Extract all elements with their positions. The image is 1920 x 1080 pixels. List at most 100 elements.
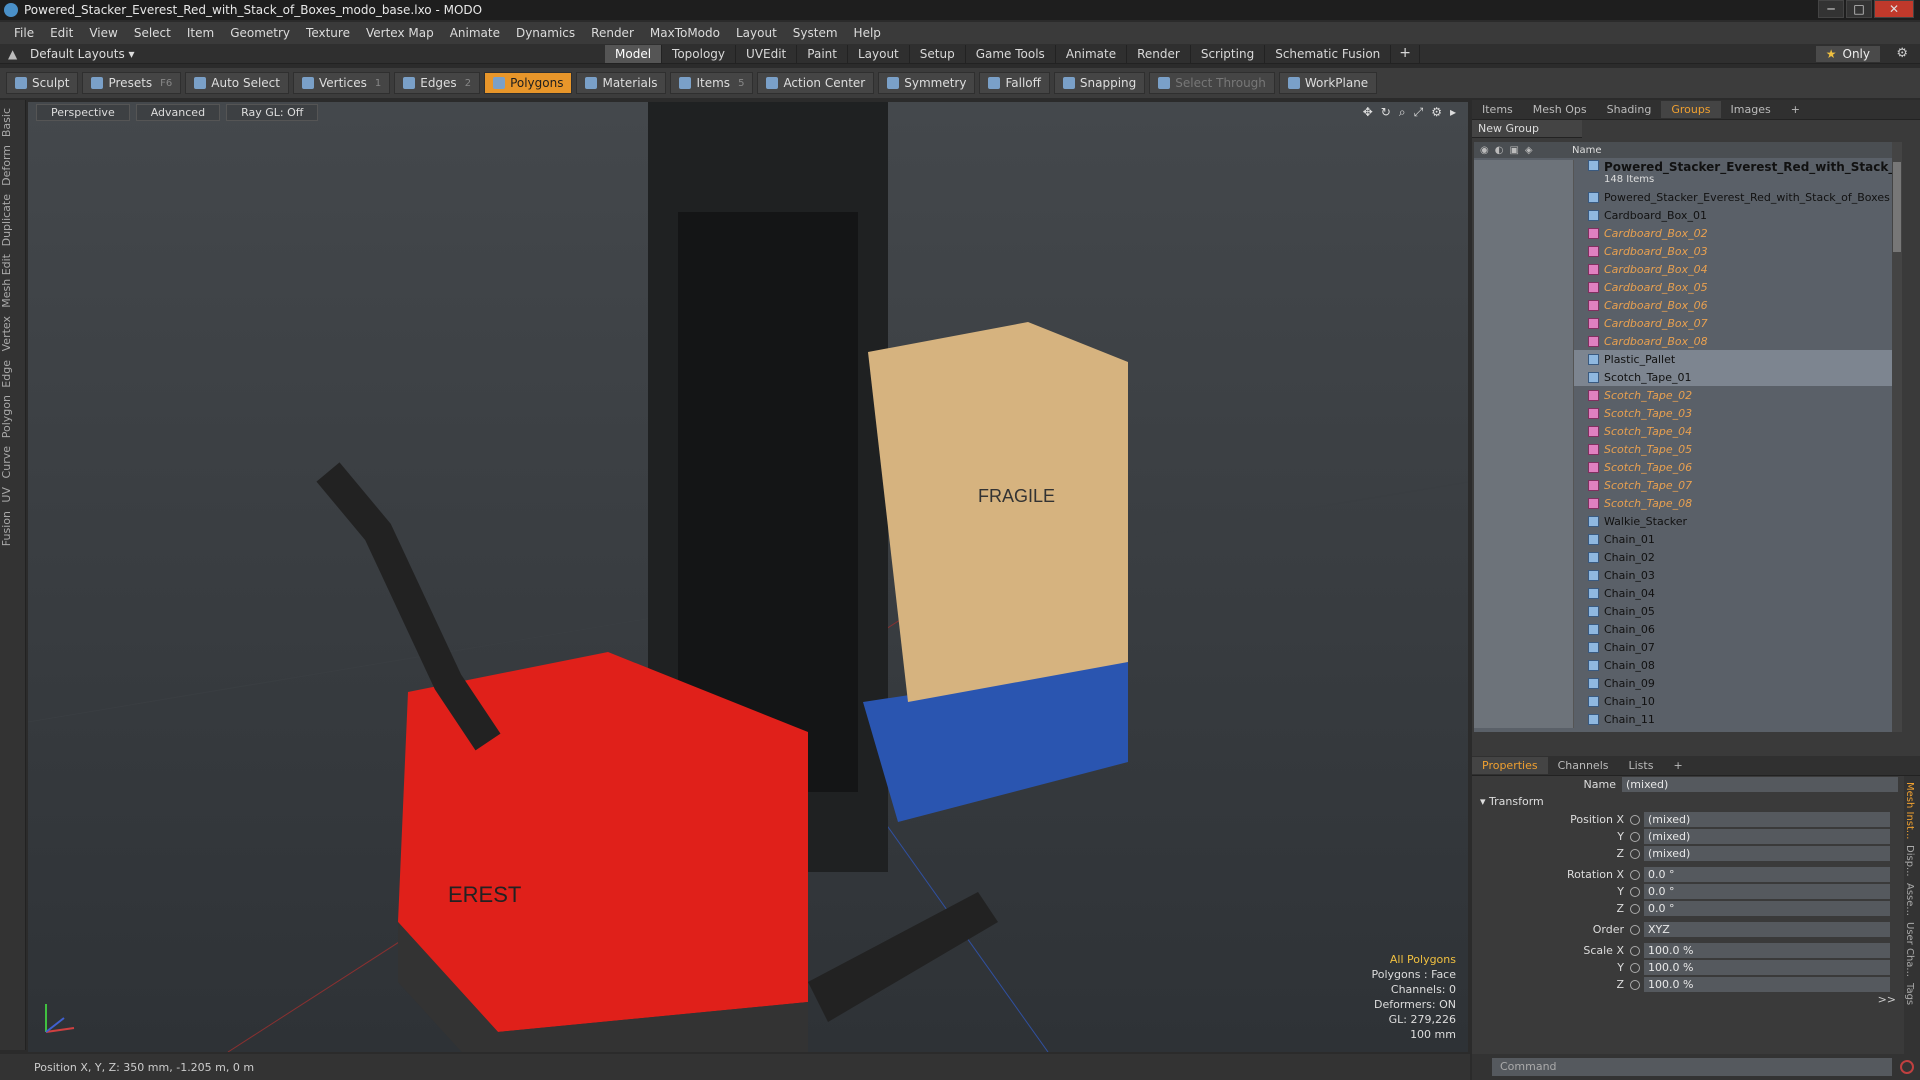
tool-auto-select-button[interactable]: Auto Select [185,72,289,94]
menu-render[interactable]: Render [583,26,642,40]
tool-items-button[interactable]: Items 5 [670,72,754,94]
item-toggles[interactable] [1474,602,1574,620]
panel-tab-images[interactable]: Images [1721,101,1781,118]
item-toggles[interactable] [1474,548,1574,566]
command-input[interactable]: Command [1492,1058,1892,1076]
maximize-button[interactable]: □ [1846,0,1872,18]
layout-tab-uvedit[interactable]: UVEdit [736,45,798,63]
groups-scrollbar[interactable] [1892,142,1902,732]
list-item[interactable]: Cardboard_Box_03 [1474,242,1902,260]
item-toggles[interactable] [1474,188,1574,206]
left-tab-basic[interactable]: Basic [0,108,26,137]
list-item[interactable]: Chain_08 [1474,656,1902,674]
item-toggles[interactable] [1474,494,1574,512]
list-item[interactable]: Cardboard_Box_02 [1474,224,1902,242]
left-tab-duplicate[interactable]: Duplicate [0,194,26,246]
property-value[interactable]: (mixed) [1644,846,1890,861]
keyframe-dot-icon[interactable] [1630,979,1640,990]
item-toggles[interactable] [1474,656,1574,674]
list-item[interactable]: Cardboard_Box_08 [1474,332,1902,350]
tool-presets-button[interactable]: Presets F6 [82,72,182,94]
new-group-button[interactable]: New Group [1472,120,1582,138]
props-tab-properties[interactable]: Properties [1472,757,1548,774]
item-toggles[interactable] [1474,224,1574,242]
list-item[interactable]: Chain_01 [1474,530,1902,548]
name-field[interactable]: (mixed) [1622,777,1898,792]
list-item[interactable]: Scotch_Tape_04 [1474,422,1902,440]
select-icon[interactable]: ◈ [1525,145,1533,156]
keyframe-dot-icon[interactable] [1630,814,1640,825]
tool-sculpt-button[interactable]: Sculpt [6,72,79,94]
layout-arrow-icon[interactable]: ▲ [8,47,17,61]
menu-file[interactable]: File [6,26,42,40]
item-toggles[interactable] [1474,368,1574,386]
item-toggles[interactable] [1474,440,1574,458]
more-button[interactable]: >> [1472,993,1920,1006]
menu-maxtomodo[interactable]: MaxToModo [642,26,728,40]
tool-materials-button[interactable]: Materials [576,72,667,94]
left-tab-mesh-edit[interactable]: Mesh Edit [0,254,26,308]
item-toggles[interactable] [1474,638,1574,656]
scroll-thumb[interactable] [1893,162,1901,252]
transform-section[interactable]: ▾ Transform [1472,793,1920,811]
item-toggles[interactable] [1474,422,1574,440]
property-value[interactable]: 100.0 % [1644,977,1890,992]
menu-texture[interactable]: Texture [298,26,358,40]
layout-tab-layout[interactable]: Layout [848,45,910,63]
left-tab-vertex[interactable]: Vertex [0,316,26,351]
item-toggles[interactable] [1474,296,1574,314]
left-tab-polygon[interactable]: Polygon [0,395,26,438]
side-tab-3[interactable]: User Cha... [1904,922,1915,977]
list-item[interactable]: Cardboard_Box_06 [1474,296,1902,314]
list-item[interactable]: Scotch_Tape_06 [1474,458,1902,476]
property-value[interactable]: XYZ [1644,922,1890,937]
left-tab-uv[interactable]: UV [0,487,26,503]
menu-layout[interactable]: Layout [728,26,785,40]
list-item[interactable]: Plastic_Pallet [1474,350,1902,368]
item-toggles[interactable] [1474,404,1574,422]
group-root[interactable]: Powered_Stacker_Everest_Red_with_Stack_o… [1474,158,1902,188]
keyframe-dot-icon[interactable] [1630,831,1640,842]
property-value[interactable]: (mixed) [1644,812,1890,827]
menu-item[interactable]: Item [179,26,222,40]
panel-tab-shading[interactable]: Shading [1597,101,1662,118]
menu-dynamics[interactable]: Dynamics [508,26,583,40]
item-toggles[interactable] [1474,458,1574,476]
item-toggles[interactable] [1474,206,1574,224]
list-item[interactable]: Chain_04 [1474,584,1902,602]
3d-viewport[interactable]: Perspective Advanced Ray GL: Off ✥ ↻ ⌕ ⤢ ⚙… [28,102,1468,1052]
keyframe-dot-icon[interactable] [1630,903,1640,914]
tool-edges-button[interactable]: Edges 2 [394,72,481,94]
item-toggles[interactable] [1474,260,1574,278]
list-item[interactable]: Walkie_Stacker [1474,512,1902,530]
list-item[interactable]: Cardboard_Box_04 [1474,260,1902,278]
side-tab-4[interactable]: Tags [1904,983,1915,1005]
item-toggles[interactable] [1474,674,1574,692]
props-tab-channels[interactable]: Channels [1548,757,1619,774]
keyframe-dot-icon[interactable] [1630,848,1640,859]
layout-tab-schematic-fusion[interactable]: Schematic Fusion [1265,45,1392,63]
left-tab-edge[interactable]: Edge [0,360,26,388]
tool-select-through-button[interactable]: Select Through [1149,72,1275,94]
menu-animate[interactable]: Animate [442,26,508,40]
item-toggles[interactable] [1474,566,1574,584]
tool-symmetry-button[interactable]: Symmetry [878,72,976,94]
side-tab-0[interactable]: Mesh Inst... [1904,782,1915,839]
props-tab-lists[interactable]: Lists [1619,757,1664,774]
only-button[interactable]: ★ Only [1815,46,1880,62]
list-item[interactable]: Scotch_Tape_07 [1474,476,1902,494]
list-item[interactable]: Powered_Stacker_Everest_Red_with_Stack_o… [1474,188,1902,206]
list-item[interactable]: Chain_05 [1474,602,1902,620]
left-tab-fusion[interactable]: Fusion [0,511,26,546]
list-item[interactable]: Scotch_Tape_03 [1474,404,1902,422]
gear-icon[interactable]: ⚙ [1896,46,1908,61]
list-item[interactable]: Scotch_Tape_08 [1474,494,1902,512]
layout-tab-model[interactable]: Model [605,45,663,63]
add-layout-tab-button[interactable]: + [1391,45,1421,63]
item-toggles[interactable] [1474,332,1574,350]
tool-vertices-button[interactable]: Vertices 1 [292,72,391,94]
list-item[interactable]: Chain_06 [1474,620,1902,638]
props-tab-add[interactable]: + [1663,757,1692,774]
menu-system[interactable]: System [785,26,846,40]
lock-icon[interactable]: ▣ [1509,145,1518,156]
